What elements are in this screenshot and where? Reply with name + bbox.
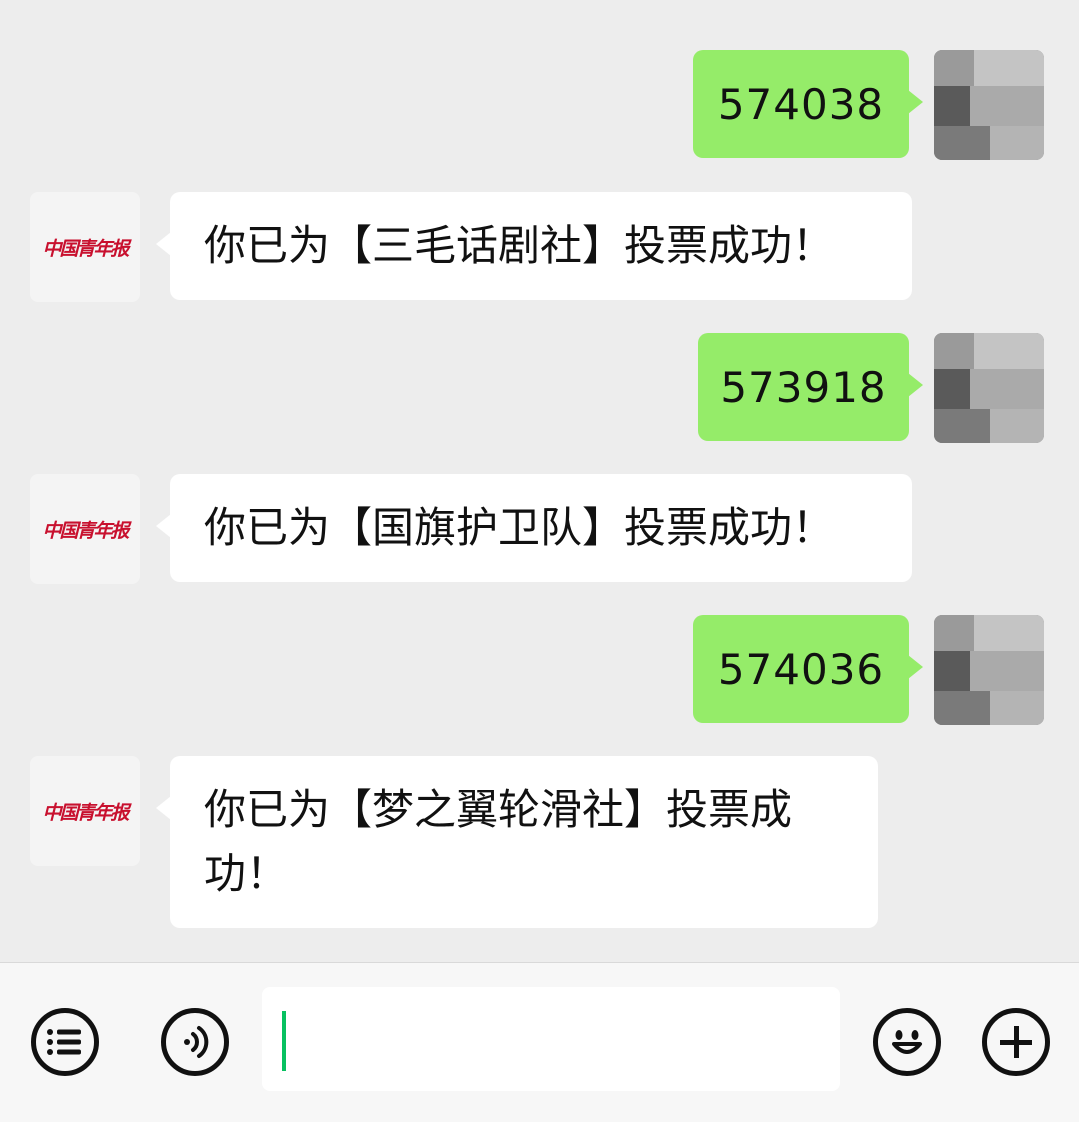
- plus-icon-glyph: [1000, 1026, 1032, 1058]
- my-message-bubble[interactable]: 574036: [693, 615, 923, 723]
- my-message-bubble[interactable]: 573918: [698, 333, 923, 441]
- my-avatar[interactable]: [934, 333, 1044, 443]
- chat-input-bar: [0, 962, 1079, 1122]
- list-icon-glyph: [47, 1029, 81, 1055]
- chat-message-list: 574038 中国青年报 你已为【三毛话剧社】投票成功！ 573918 中国青年…: [0, 0, 1079, 962]
- sender-avatar[interactable]: 中国青年报: [30, 474, 140, 584]
- plus-icon[interactable]: [982, 1008, 1050, 1076]
- text-cursor: [282, 1011, 286, 1071]
- my-message-bubble[interactable]: 574038: [693, 50, 923, 158]
- newspaper-logo: 中国青年报: [42, 237, 129, 260]
- message-text: 你已为【三毛话剧社】投票成功！: [204, 221, 835, 270]
- voice-icon[interactable]: [161, 1008, 229, 1076]
- list-icon[interactable]: [31, 1008, 99, 1076]
- voice-icon-glyph: [184, 1026, 209, 1058]
- newspaper-logo: 中国青年报: [42, 519, 129, 542]
- emoji-icon[interactable]: [873, 1008, 941, 1076]
- newspaper-logo: 中国青年报: [42, 801, 129, 824]
- message-text: 574036: [717, 644, 885, 694]
- received-message-bubble[interactable]: 你已为【三毛话剧社】投票成功！: [156, 192, 912, 300]
- emoji-icon-glyph: [892, 1030, 922, 1054]
- received-message-bubble[interactable]: 你已为【国旗护卫队】投票成功！: [156, 474, 912, 582]
- message-text: 574038: [717, 79, 885, 129]
- message-text: 你已为【国旗护卫队】投票成功！: [204, 503, 835, 552]
- message-text: 你已为【梦之翼轮滑社】投票成功！: [204, 785, 793, 898]
- sender-avatar[interactable]: 中国青年报: [30, 756, 140, 866]
- my-avatar[interactable]: [934, 615, 1044, 725]
- message-input[interactable]: [262, 987, 840, 1091]
- message-text: 573918: [720, 362, 887, 412]
- sender-avatar[interactable]: 中国青年报: [30, 192, 140, 302]
- received-message-bubble[interactable]: 你已为【梦之翼轮滑社】投票成功！: [156, 756, 878, 928]
- my-avatar[interactable]: [934, 50, 1044, 160]
